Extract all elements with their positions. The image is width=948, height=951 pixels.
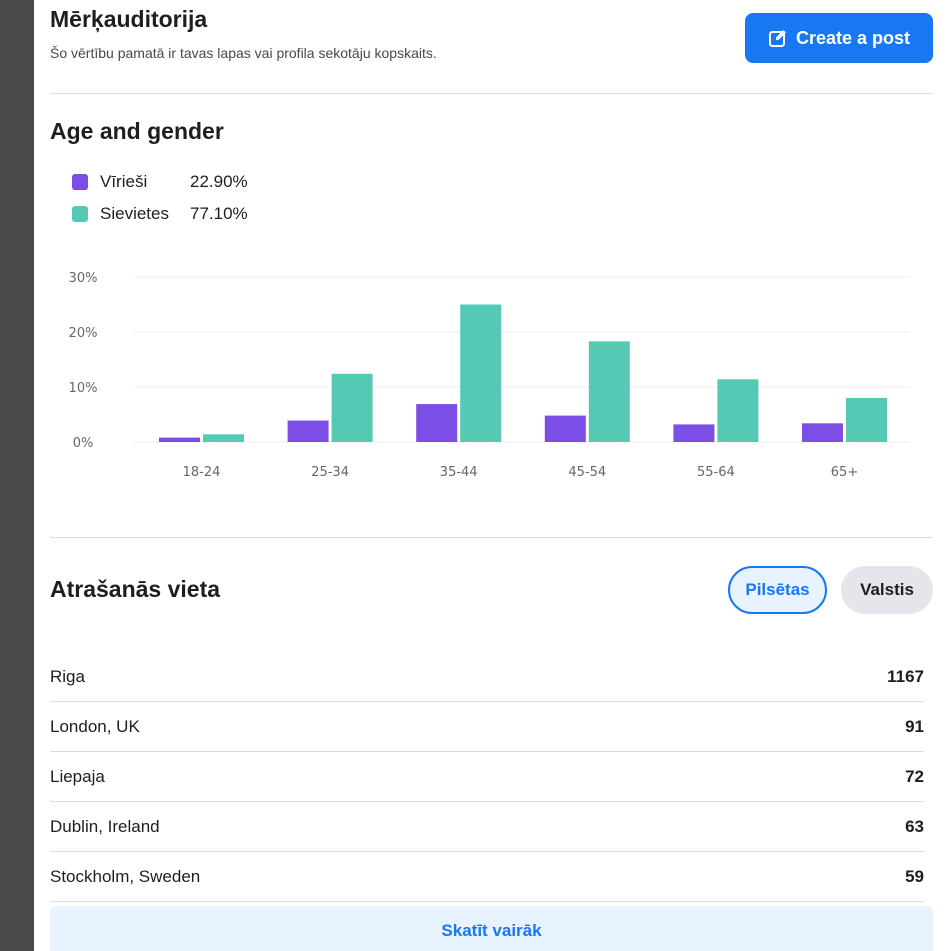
legend-item-women: Sievietes 77.10% xyxy=(72,203,248,225)
legend-label-women: Sievietes xyxy=(100,204,169,223)
location-row: Dublin, Ireland 63 xyxy=(50,802,924,852)
tab-cities[interactable]: Pilsētas xyxy=(728,566,827,614)
chart-y-tick-label: 10% xyxy=(69,381,98,396)
location-name: Stockholm, Sweden xyxy=(50,866,201,886)
location-name: Dublin, Ireland xyxy=(50,816,160,836)
legend-value-men: 22.90% xyxy=(190,172,248,191)
location-count: 59 xyxy=(905,866,924,886)
divider xyxy=(50,93,933,94)
page-subtitle: Šo vērtību pamatā ir tavas lapas vai pro… xyxy=(50,45,437,61)
chart-bar-men xyxy=(673,424,715,442)
location-title: Atrašanās vieta xyxy=(50,576,221,602)
chart-x-tick-label: 25-34 xyxy=(311,465,349,480)
chart-bar-men xyxy=(544,415,586,442)
chart-bar-men xyxy=(416,404,458,442)
chart-x-tick-label: 65+ xyxy=(831,465,858,480)
location-name: Liepaja xyxy=(50,766,105,786)
legend-label-men: Vīrieši xyxy=(100,172,148,191)
location-row: London, UK 91 xyxy=(50,702,924,752)
chart-bar-women xyxy=(460,304,502,442)
chart-bar-women xyxy=(717,379,759,442)
legend-value-women: 77.10% xyxy=(190,204,248,223)
tab-countries[interactable]: Valstis xyxy=(841,566,933,614)
audience-panel: Mērķauditorija Šo vērtību pamatā ir tava… xyxy=(34,0,948,951)
location-row: Stockholm, Sweden 59 xyxy=(50,852,924,902)
location-count: 1167 xyxy=(887,666,924,686)
location-name: London, UK xyxy=(50,716,140,736)
chart-x-tick-label: 18-24 xyxy=(183,465,221,480)
chart-y-tick-label: 20% xyxy=(69,326,98,341)
chart-bar-women xyxy=(846,398,887,442)
chart-bar-women xyxy=(588,341,630,442)
chart-bar-men xyxy=(802,423,843,442)
age-gender-chart: 0% 10% 20% 30% 18-24 25-34 35-44 45-54 55-64 65+ xyxy=(69,271,910,480)
chart-bar-men xyxy=(287,420,329,442)
legend-item-men: Vīrieši 22.90% xyxy=(72,171,248,193)
see-more-button[interactable]: Skatīt vairāk xyxy=(50,906,933,951)
legend-swatch-men xyxy=(72,174,88,190)
age-gender-title: Age and gender xyxy=(50,118,224,144)
location-row: Riga 1167 xyxy=(50,652,924,702)
chart-y-tick-label: 0% xyxy=(73,436,94,451)
chart-bar-men xyxy=(159,437,200,442)
location-count: 72 xyxy=(905,766,924,786)
location-count: 91 xyxy=(905,716,924,736)
create-post-button[interactable]: Create a post xyxy=(745,13,933,63)
create-post-label: Create a post xyxy=(795,27,911,48)
location-name: Riga xyxy=(50,666,85,686)
location-row: Liepaja 72 xyxy=(50,752,924,802)
chart-y-tick-label: 30% xyxy=(69,271,98,286)
divider xyxy=(50,537,933,538)
chart-x-tick-label: 55-64 xyxy=(697,465,735,480)
location-count: 63 xyxy=(905,816,924,836)
chart-x-tick-label: 45-54 xyxy=(568,465,606,480)
legend-swatch-women xyxy=(72,206,88,222)
chart-x-tick-label: 35-44 xyxy=(440,465,478,480)
chart-bar-women xyxy=(203,434,244,442)
page-title: Mērķauditorija xyxy=(50,6,208,32)
edit-icon xyxy=(768,28,788,48)
chart-bar-women xyxy=(331,373,373,442)
